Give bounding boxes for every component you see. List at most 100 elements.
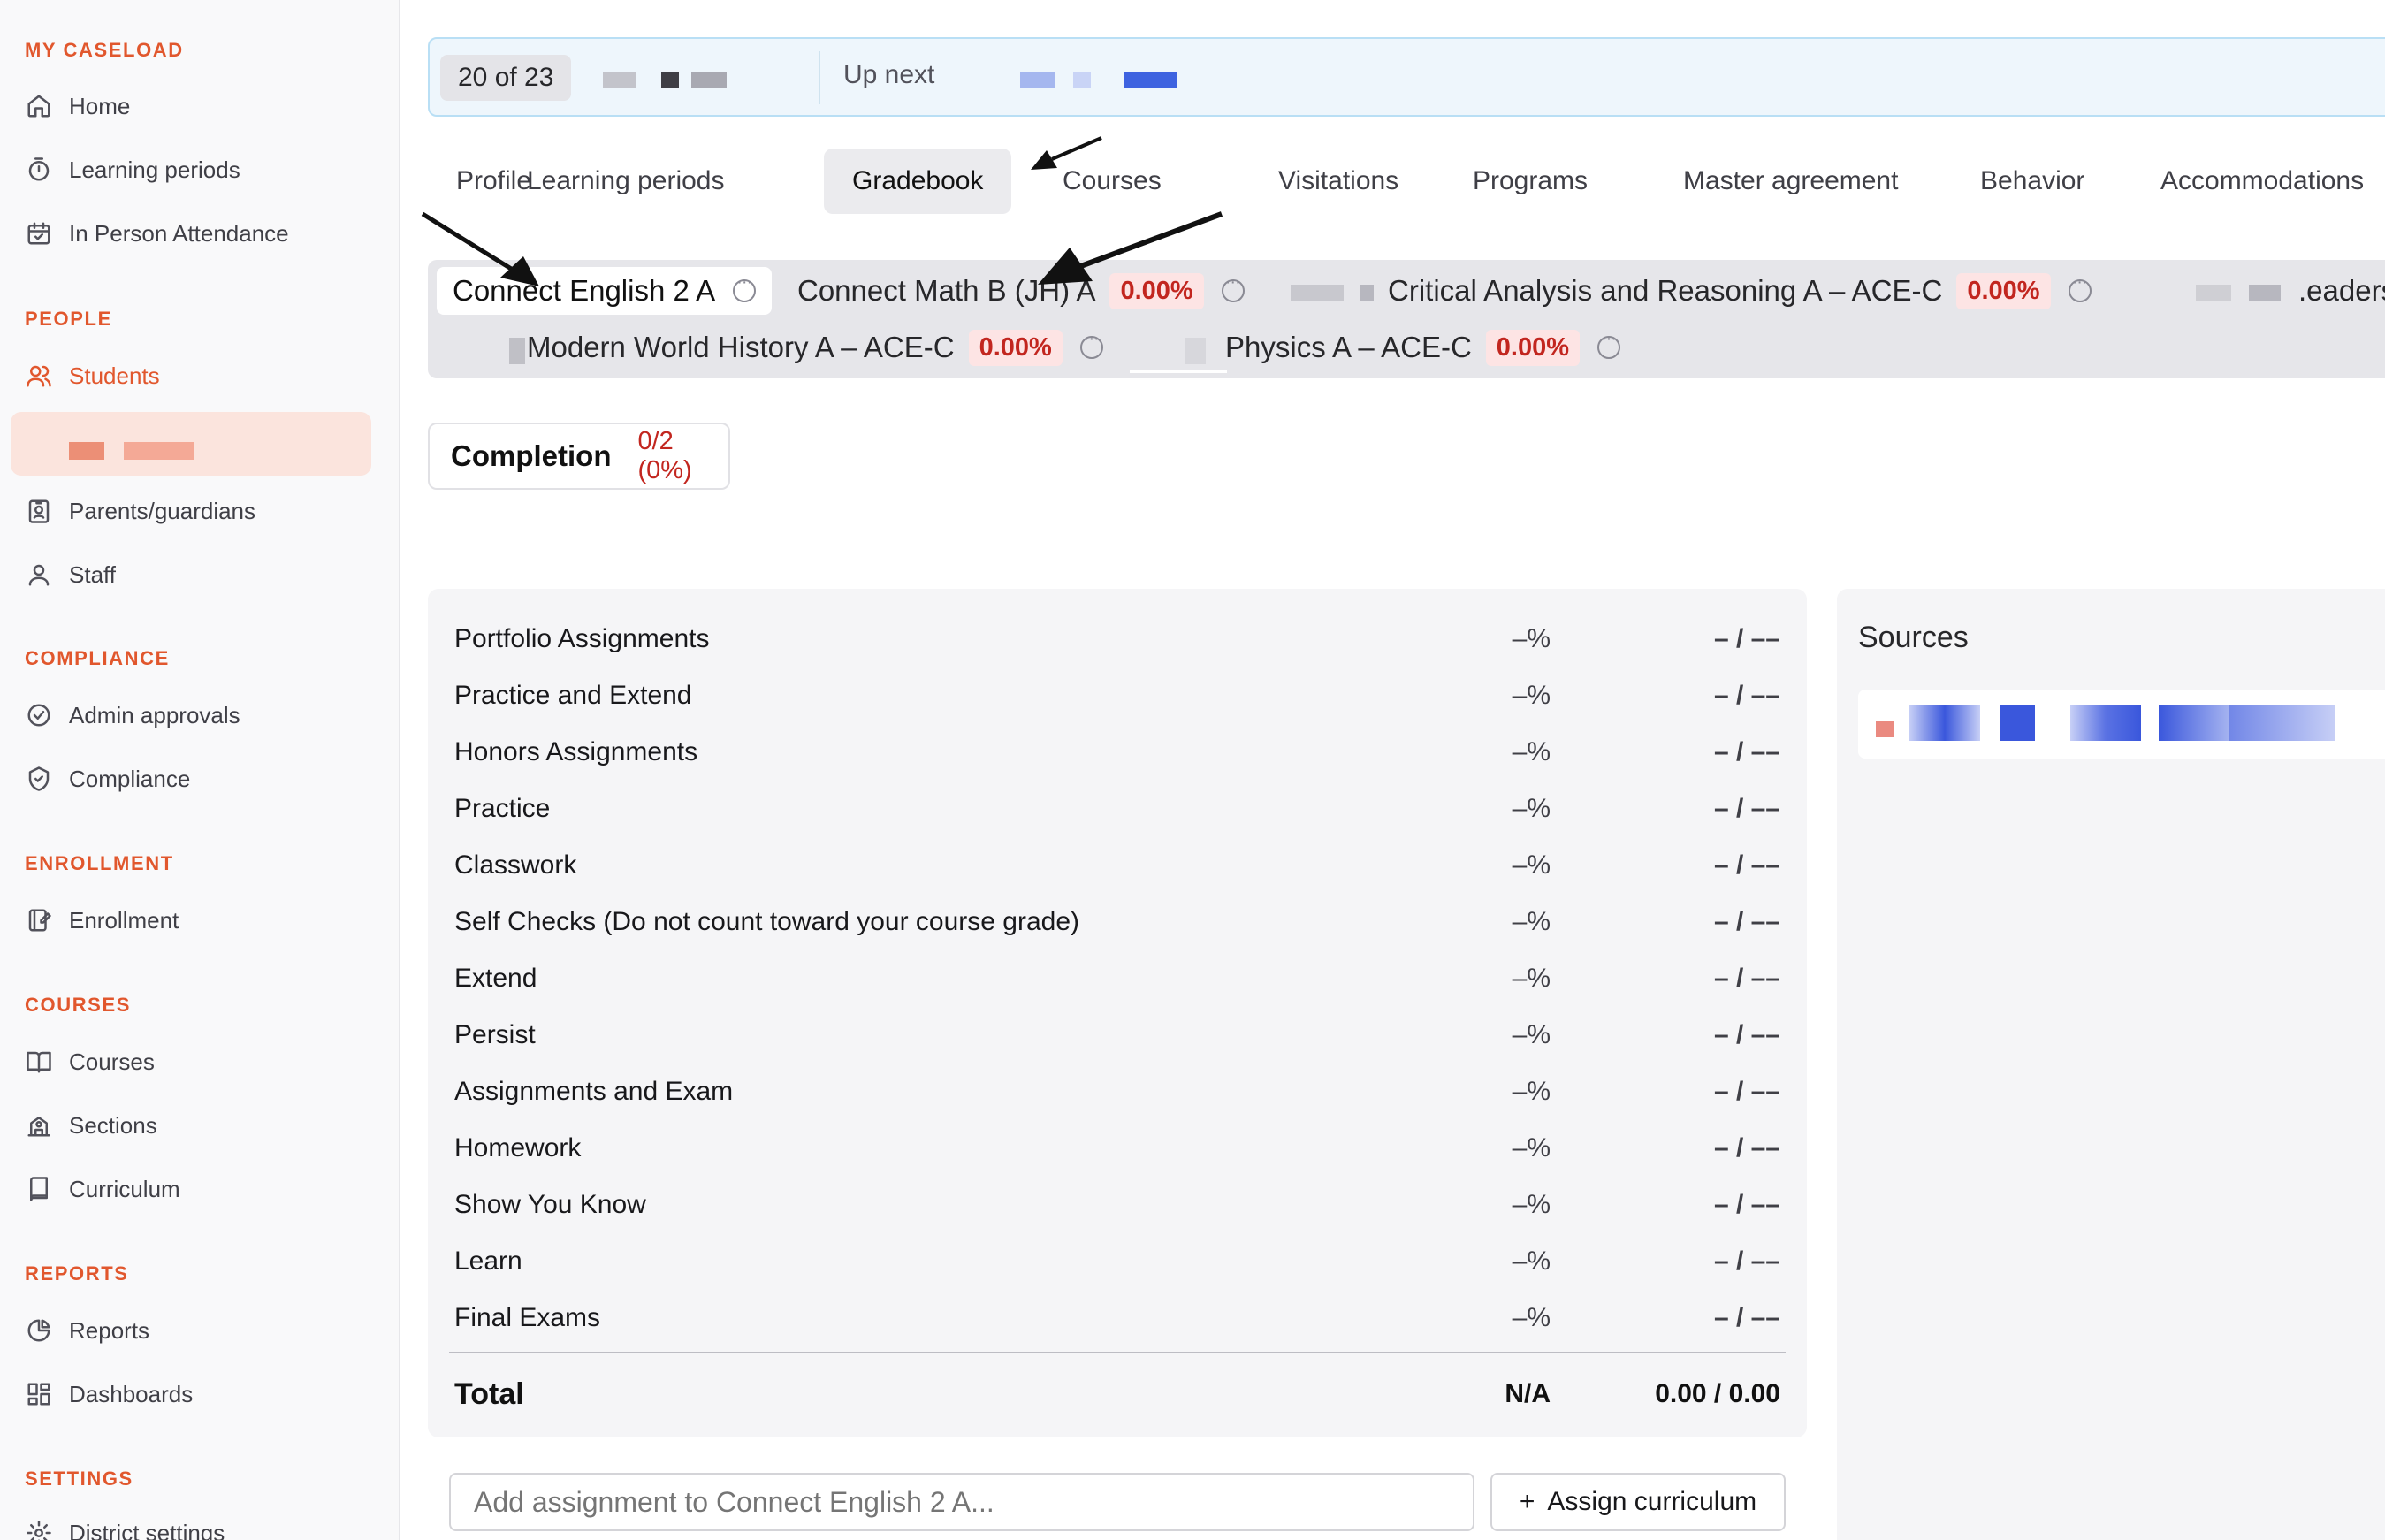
pie-chart-icon (25, 1316, 53, 1345)
redacted-text (69, 442, 104, 460)
tab-gradebook[interactable]: Gradebook (824, 149, 1012, 214)
sidebar-item-label: Courses (69, 1048, 155, 1075)
sidebar-item-courses[interactable]: Courses (25, 1041, 155, 1083)
total-percent: N/A (1505, 1379, 1551, 1408)
section-heading-reports: REPORTS (25, 1262, 129, 1285)
redacted-link[interactable] (1124, 72, 1177, 88)
sidebar-item-learning-periods[interactable]: Learning periods (25, 149, 240, 191)
redacted-text (2159, 705, 2229, 741)
selected-student-item[interactable] (11, 412, 371, 476)
add-assignment-input[interactable] (449, 1473, 1474, 1531)
sidebar-item-reports[interactable]: Reports (25, 1309, 149, 1352)
category-percent: –% (1512, 624, 1551, 653)
section-heading-compliance: COMPLIANCE (25, 647, 170, 669)
category-score: – / –– (1713, 1246, 1780, 1276)
sidebar-item-curriculum[interactable]: Curriculum (25, 1168, 180, 1210)
table-row: Final Exams –% – / –– (454, 1292, 1780, 1346)
gradebook-table: Portfolio Assignments –% – / –– Practice a… (428, 589, 1807, 1437)
table-row: Portfolio Assignments –% – / –– (454, 614, 1780, 667)
category-score: – / –– (1713, 1190, 1780, 1219)
tab-visitations[interactable]: Visitations (1250, 149, 1427, 214)
up-next-label: Up next (843, 60, 935, 89)
table-row: Persist –% – / –– (454, 1010, 1780, 1063)
annotation-arrow (421, 211, 539, 286)
assign-curriculum-button[interactable]: + Assign curriculum (1490, 1473, 1786, 1531)
divider (449, 1352, 1786, 1353)
redacted-text[interactable] (691, 72, 727, 88)
annotation-arrow (1031, 136, 1102, 170)
table-row: Show You Know –% – / –– (454, 1179, 1780, 1232)
sidebar-item-label: Enrollment (69, 906, 179, 934)
category-name: Practice and Extend (454, 681, 692, 710)
sidebar-item-students[interactable]: Students (25, 355, 160, 397)
redacted-text (509, 338, 525, 364)
tab-programs[interactable]: Programs (1444, 149, 1616, 214)
category-name: Homework (454, 1133, 582, 1163)
users-icon (25, 362, 53, 390)
check-circle-icon (25, 701, 53, 729)
course-grade-badge: 0.00% (968, 329, 1063, 366)
category-name: Extend (454, 964, 537, 993)
sidebar-item-dashboards[interactable]: Dashboards (25, 1373, 193, 1415)
shield-check-icon (25, 765, 53, 793)
divider (819, 51, 820, 104)
category-name: Show You Know (454, 1190, 646, 1219)
total-score: 0.00 / 0.00 (1655, 1379, 1780, 1408)
timer-icon (25, 156, 53, 184)
table-row: Extend –% – / –– (454, 953, 1780, 1006)
course-name: Critical Analysis and Reasoning A – ACE-… (1388, 274, 1943, 307)
category-percent: –% (1512, 850, 1551, 880)
home-icon (25, 92, 53, 120)
gear-icon (25, 1519, 53, 1540)
redacted-text (2000, 705, 2035, 741)
sidebar-item-label: District settings (69, 1519, 225, 1540)
course-tab-physics-a[interactable]: Physics A – ACE-C 0.00% (1225, 324, 1621, 371)
course-name: Physics A – ACE-C (1225, 331, 1472, 363)
book-icon (25, 1175, 53, 1203)
total-row: Total N/A 0.00 / 0.00 (454, 1370, 1780, 1423)
completion-label: Completion (451, 439, 612, 472)
source-item[interactable] (1858, 690, 2385, 759)
sidebar-item-compliance[interactable]: Compliance (25, 758, 190, 800)
redacted-text (2196, 285, 2231, 301)
more-options-icon[interactable] (733, 272, 757, 302)
category-percent: –% (1512, 964, 1551, 993)
completion-value: 0/2 (0%) (637, 427, 692, 484)
more-options-icon[interactable] (1079, 329, 1103, 359)
sidebar-item-home[interactable]: Home (25, 85, 130, 127)
sidebar-item-sections[interactable]: Sections (25, 1104, 157, 1147)
tab-learning-periods[interactable]: Learning periods (499, 149, 753, 214)
id-badge-icon (25, 497, 53, 525)
category-name: Classwork (454, 850, 577, 880)
sidebar-item-in-person-attendance[interactable]: In Person Attendance (25, 212, 289, 255)
sidebar-item-enrollment[interactable]: Enrollment (25, 899, 179, 942)
sidebar-item-label: Admin approvals (69, 701, 240, 728)
category-score: – / –– (1713, 737, 1780, 766)
sidebar-item-parents-guardians[interactable]: Parents/guardians (25, 490, 255, 532)
sidebar-item-label: Sections (69, 1111, 157, 1139)
category-name: Honors Assignments (454, 737, 698, 766)
category-score: – / –– (1713, 907, 1780, 936)
sources-title: Sources (1858, 621, 1969, 654)
course-tab-modern-world-history[interactable]: Modern World History A – ACE-C 0.00% (527, 324, 1103, 371)
sidebar-item-admin-approvals[interactable]: Admin approvals (25, 694, 240, 736)
sidebar-item-staff[interactable]: Staff (25, 553, 116, 596)
sidebar-item-district-settings[interactable]: District settings (25, 1512, 225, 1540)
tab-accommodations[interactable]: Accommodations (2132, 149, 2385, 214)
more-options-icon[interactable] (2068, 272, 2092, 302)
assign-curriculum-label: Assign curriculum (1547, 1487, 1757, 1516)
tab-master-agreement[interactable]: Master agreement (1655, 149, 1926, 214)
more-options-icon[interactable] (1597, 329, 1621, 359)
student-counter: 20 of 23 (440, 55, 572, 101)
category-name: Final Exams (454, 1303, 601, 1332)
course-tab-critical-analysis[interactable]: Critical Analysis and Reasoning A – ACE-… (1388, 267, 2092, 315)
sidebar-item-label: Dashboards (69, 1380, 194, 1407)
course-grade-badge: 0.00% (1485, 329, 1581, 366)
category-percent: –% (1512, 1303, 1551, 1332)
sources-panel: Sources (1837, 589, 2385, 1540)
user-icon (25, 560, 53, 589)
course-tab-leadership[interactable]: .eadersh (2298, 267, 2385, 315)
redacted-text (1909, 705, 1980, 741)
sidebar-item-label: Parents/guardians (69, 497, 256, 524)
tab-behavior[interactable]: Behavior (1952, 149, 2113, 214)
